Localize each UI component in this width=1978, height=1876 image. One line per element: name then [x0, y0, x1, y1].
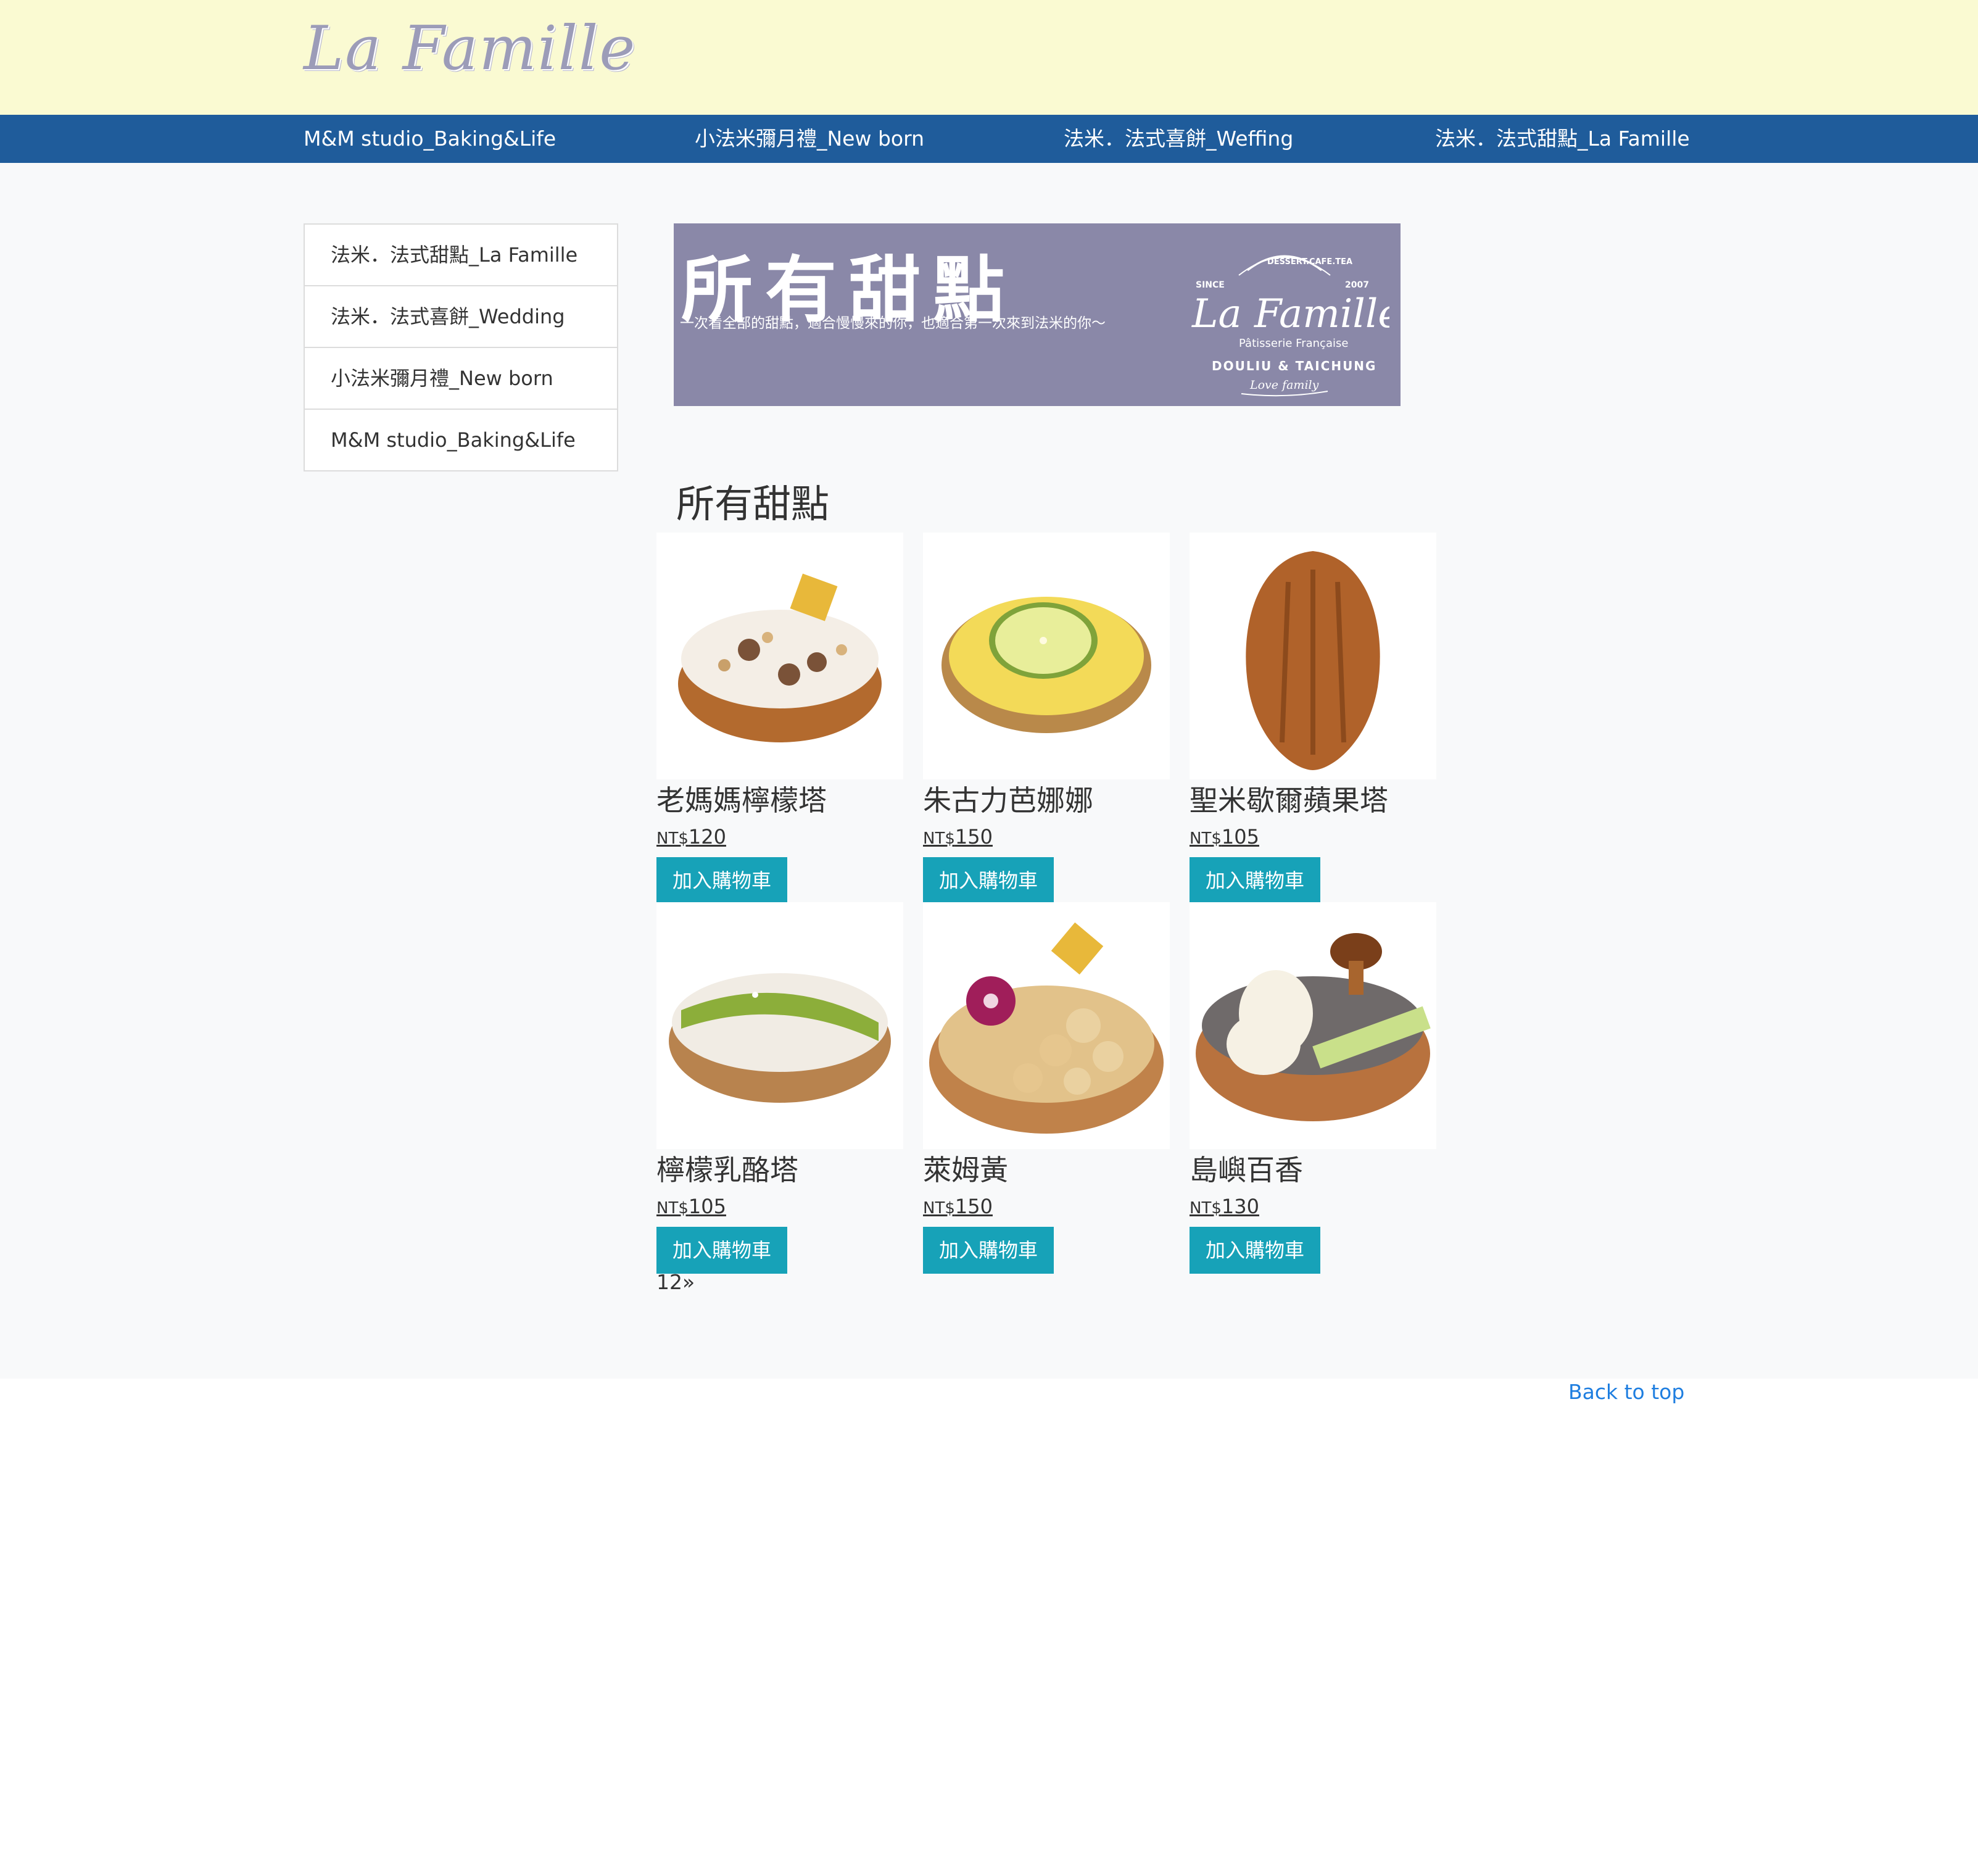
product-name[interactable]: 聖米歇爾蘋果塔: [1190, 779, 1436, 821]
add-to-cart-button[interactable]: 加入購物車: [656, 1227, 787, 1274]
product-card[interactable]: 朱古力芭娜娜 NT$150 加入購物車: [923, 533, 1170, 904]
nav-item-wedding[interactable]: 法米．法式喜餅_Weffing: [1064, 115, 1293, 163]
la-famille-badge-logo: DESSERT.CAFE.TEA SINCE 2007 La Famille P…: [1191, 255, 1389, 397]
badge-name: La Famille: [1191, 291, 1389, 337]
add-to-cart-button[interactable]: 加入購物車: [923, 857, 1054, 904]
add-to-cart-button[interactable]: 加入購物車: [656, 857, 787, 904]
currency-label: NT$: [1190, 829, 1222, 848]
category-banner: 所有甜點 一次看全部的甜點，適合慢慢來的你，也適合第一次來到法米的你～ DESS…: [674, 223, 1401, 406]
product-card[interactable]: 檸檬乳酪塔 NT$105 加入購物車: [656, 902, 903, 1274]
product-name[interactable]: 檸檬乳酪塔: [656, 1149, 903, 1191]
sidebar-item-mm-studio[interactable]: M&M studio_Baking&Life: [305, 410, 617, 470]
next-page-link[interactable]: »: [682, 1270, 695, 1294]
product-price: NT$130: [1190, 1191, 1436, 1222]
product-card[interactable]: 萊姆黃 NT$150 加入購物車: [923, 902, 1170, 1274]
product-price: NT$150: [923, 821, 1170, 852]
banner-subtitle: 一次看全部的甜點，適合慢慢來的你，也適合第一次來到法米的你～: [680, 315, 1106, 331]
badge-since: SINCE: [1196, 280, 1225, 290]
currency-label: NT$: [923, 1199, 955, 1218]
price-value: 105: [1221, 825, 1259, 849]
badge-motto: Love family: [1249, 378, 1319, 392]
badge-arc-text: DESSERT.CAFE.TEA: [1267, 257, 1352, 267]
product-price: NT$120: [656, 821, 903, 852]
product-price: NT$105: [656, 1191, 903, 1222]
cream-cookie-tart-icon: [678, 573, 882, 742]
add-to-cart-button[interactable]: 加入購物車: [1190, 1227, 1320, 1274]
product-card[interactable]: 聖米歇爾蘋果塔 NT$105 加入購物車: [1190, 533, 1436, 904]
add-to-cart-button[interactable]: 加入購物車: [1190, 857, 1320, 904]
sidebar-menu: 法米．法式甜點_La Famille 法米．法式喜餅_Wedding 小法米彌月…: [304, 223, 618, 471]
product-image[interactable]: [923, 533, 1170, 779]
badge-tagline: Pâtisserie Française: [1239, 337, 1348, 350]
currency-label: NT$: [656, 1199, 689, 1218]
top-navbar: M&M studio_Baking&Life 小法米彌月禮_New born 法…: [0, 115, 1978, 163]
site-header: La Famille: [0, 0, 1978, 115]
product-image[interactable]: [656, 533, 903, 779]
product-price: NT$150: [923, 1191, 1170, 1222]
price-value: 105: [688, 1195, 726, 1218]
pagination: 12»: [656, 1270, 695, 1294]
flower-crumble-tart-icon: [929, 922, 1164, 1134]
price-value: 120: [688, 825, 726, 849]
matcha-tart-icon: [669, 973, 891, 1103]
product-name[interactable]: 島嶼百香: [1190, 1149, 1436, 1191]
site-logo[interactable]: La Famille: [304, 14, 636, 84]
madeleine-icon: [1246, 551, 1380, 770]
product-price: NT$105: [1190, 821, 1436, 852]
back-to-top-link[interactable]: Back to top: [1568, 1380, 1684, 1404]
product-image[interactable]: [1190, 902, 1436, 1149]
price-value: 130: [1221, 1195, 1259, 1218]
product-card[interactable]: 島嶼百香 NT$130 加入購物車: [1190, 902, 1436, 1274]
sidebar-item-new-born[interactable]: 小法米彌月禮_New born: [305, 348, 617, 410]
nav-item-desserts[interactable]: 法米．法式甜點_La Famille: [1435, 115, 1690, 163]
page-2-link[interactable]: 2: [669, 1270, 682, 1294]
currency-label: NT$: [923, 829, 955, 848]
price-value: 150: [954, 825, 993, 849]
sidebar-item-desserts[interactable]: 法米．法式甜點_La Famille: [305, 225, 617, 286]
product-name[interactable]: 萊姆黃: [923, 1149, 1170, 1191]
price-value: 150: [954, 1195, 993, 1218]
mushroom-cream-tart-icon: [1196, 933, 1431, 1121]
product-image[interactable]: [656, 902, 903, 1149]
page-1-link[interactable]: 1: [656, 1270, 669, 1294]
nav-item-mm-studio[interactable]: M&M studio_Baking&Life: [304, 115, 556, 163]
badge-year: 2007: [1345, 280, 1369, 290]
product-image[interactable]: [1190, 533, 1436, 779]
currency-label: NT$: [1190, 1199, 1222, 1218]
currency-label: NT$: [656, 829, 689, 848]
lemon-slice-tart-icon: [941, 597, 1151, 733]
product-name[interactable]: 老媽媽檸檬塔: [656, 779, 903, 821]
add-to-cart-button[interactable]: 加入購物車: [923, 1227, 1054, 1274]
product-card[interactable]: 老媽媽檸檬塔 NT$120 加入購物車: [656, 533, 903, 904]
nav-item-new-born[interactable]: 小法米彌月禮_New born: [695, 115, 924, 163]
product-name[interactable]: 朱古力芭娜娜: [923, 779, 1170, 821]
section-title: 所有甜點: [676, 481, 830, 526]
badge-locations: DOULIU & TAICHUNG: [1212, 359, 1376, 373]
product-image[interactable]: [923, 902, 1170, 1149]
sidebar-item-wedding[interactable]: 法米．法式喜餅_Wedding: [305, 286, 617, 348]
